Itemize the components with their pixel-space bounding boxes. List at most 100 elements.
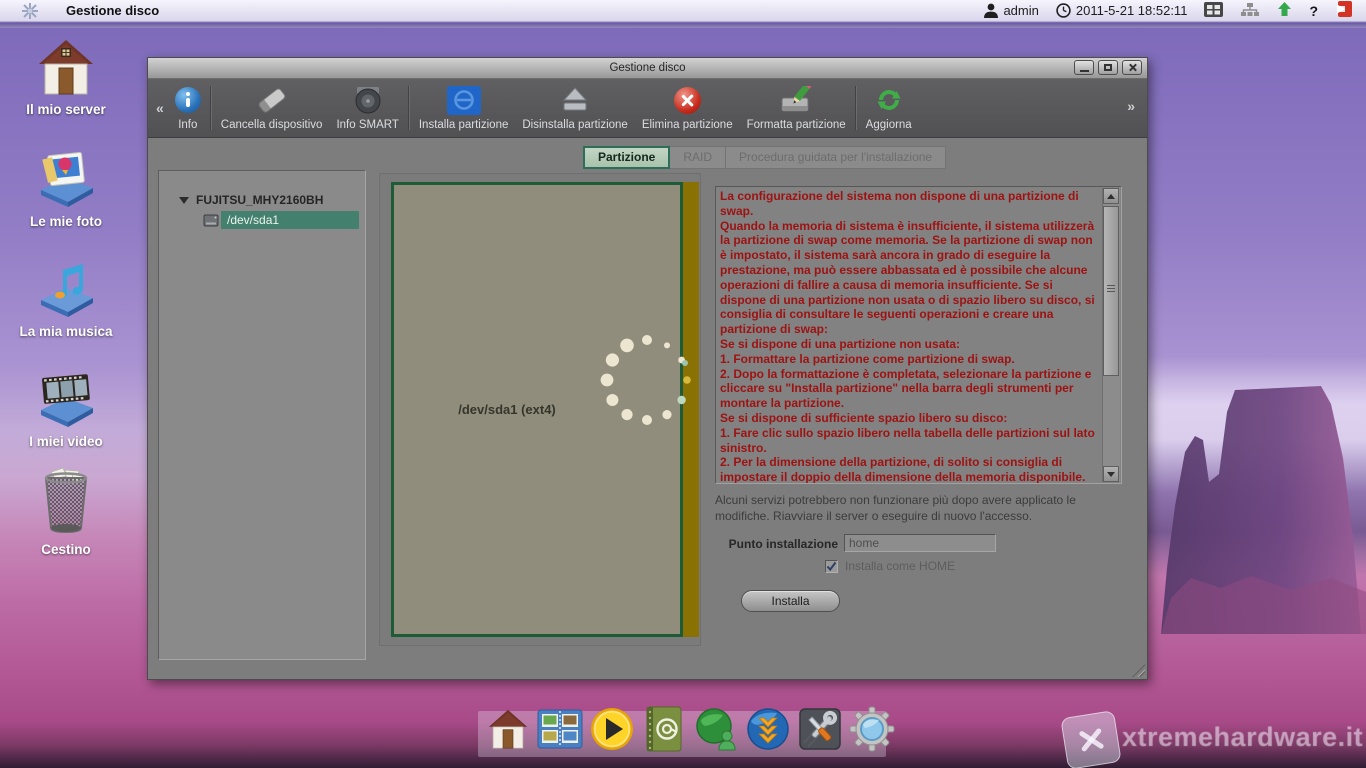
format-partition-icon	[780, 85, 812, 115]
dock-item-photo-album[interactable]	[536, 702, 583, 756]
tree-device-row[interactable]: FUJITSU_MHY2160BH	[179, 193, 365, 207]
scroll-down-button[interactable]	[1103, 466, 1119, 482]
watermark-text: xtremehardware.it	[1122, 722, 1363, 753]
tool-mount-partition[interactable]: Installa partizione	[412, 79, 516, 137]
toolbar-separator	[408, 86, 410, 130]
tab-raid[interactable]: RAID	[670, 146, 726, 169]
videos-icon	[35, 368, 97, 428]
toolbar-separator	[210, 86, 212, 130]
tool-delete-partition[interactable]: Elimina partizione	[635, 79, 740, 137]
menubar-status-area: admin 2011-5-21 18:52:11 ?	[984, 1, 1352, 20]
logout-icon	[1335, 1, 1352, 17]
eject-icon	[560, 85, 590, 115]
help-button[interactable]: ?	[1309, 3, 1318, 19]
desktop-icon-my-videos[interactable]: I miei video	[16, 368, 116, 449]
dock-item-settings[interactable]	[848, 702, 895, 756]
downloads-icon	[745, 706, 791, 752]
trash-icon	[37, 466, 95, 536]
mount-point-label: Punto installazione	[688, 537, 838, 551]
close-icon	[1128, 63, 1137, 72]
window-resize-grip[interactable]	[1132, 664, 1145, 677]
home-icon	[35, 38, 97, 96]
datetime-text: 2011-5-21 18:52:11	[1076, 3, 1188, 18]
install-as-home-row[interactable]: Installa come HOME	[825, 559, 955, 573]
toolbar-separator	[855, 86, 857, 130]
apps-grid-button[interactable]	[1204, 2, 1223, 20]
desktop-icon-my-music[interactable]: La mia musica	[16, 258, 116, 339]
desktop-icon-my-server[interactable]: Il mio server	[16, 38, 116, 117]
install-home-checkbox[interactable]	[825, 560, 838, 573]
logout-button[interactable]	[1335, 1, 1352, 20]
dock-item-utilities[interactable]	[796, 702, 843, 756]
partition-name-selected: /dev/sda1	[221, 211, 359, 229]
media-player-icon	[589, 706, 635, 752]
mount-point-input[interactable]	[844, 534, 996, 552]
check-icon	[826, 561, 837, 572]
messenger-icon	[693, 706, 739, 752]
clock: 2011-5-21 18:52:11	[1056, 3, 1188, 18]
minimize-button[interactable]	[1074, 60, 1094, 75]
desktop-icon-label: La mia musica	[19, 324, 112, 339]
menubar-shadow	[0, 23, 1366, 28]
swap-warning-box: La configurazione del sistema non dispon…	[715, 186, 1122, 484]
dock-item-media-player[interactable]	[588, 702, 635, 756]
desktop-icon-my-photos[interactable]: Le mie foto	[16, 148, 116, 229]
tool-unmount-partition[interactable]: Disinstalla partizione	[515, 79, 634, 137]
info-icon	[175, 87, 201, 113]
maximize-icon	[1104, 64, 1112, 71]
photos-icon	[35, 148, 97, 208]
system-logo-icon[interactable]	[20, 1, 40, 21]
dock-item-messenger[interactable]	[692, 702, 739, 756]
tool-refresh[interactable]: Aggiorna	[859, 79, 919, 137]
user-menu[interactable]: admin	[984, 3, 1038, 18]
menubar-app-title: Gestione disco	[66, 3, 159, 18]
scrollbar-thumb[interactable]	[1103, 206, 1119, 376]
tab-partizione[interactable]: Partizione	[583, 146, 670, 169]
collapse-arrow-icon[interactable]	[179, 197, 189, 204]
network-button[interactable]	[1240, 3, 1260, 19]
contacts-icon	[644, 706, 684, 752]
toolbar-overflow-right[interactable]: »	[1123, 98, 1139, 114]
tool-format-partition[interactable]: Formatta partizione	[740, 79, 853, 137]
arrow-down-icon	[1107, 472, 1115, 477]
window-titlebar[interactable]: Gestione disco	[148, 58, 1147, 79]
smart-disk-icon	[354, 85, 382, 115]
dock-item-home[interactable]	[484, 702, 531, 756]
desktop-icon-label: Il mio server	[26, 102, 106, 117]
toolbar-overflow-left[interactable]: «	[152, 100, 168, 116]
tool-erase-device[interactable]: Cancella dispositivo	[214, 79, 330, 137]
username: admin	[1003, 3, 1038, 18]
swap-warning-text: La configurazione del sistema non dispon…	[720, 189, 1099, 484]
desktop-icon-label: Le mie foto	[30, 214, 102, 229]
green-up-arrow-icon	[1277, 2, 1292, 17]
desktop-icon-trash[interactable]: Cestino	[16, 466, 116, 557]
device-name: FUJITSU_MHY2160BH	[196, 193, 323, 207]
home-icon	[486, 708, 530, 750]
mount-partition-icon	[447, 86, 481, 115]
dock-item-contacts[interactable]	[640, 702, 687, 756]
upgrade-button[interactable]	[1277, 2, 1292, 20]
disk-icon	[203, 214, 219, 227]
install-button[interactable]: Installa	[741, 590, 840, 612]
eraser-icon	[257, 86, 287, 113]
user-icon	[984, 3, 998, 18]
dock-item-downloads[interactable]	[744, 702, 791, 756]
tab-install-wizard[interactable]: Procedura guidata per l'installazione	[726, 146, 946, 169]
scroll-up-button[interactable]	[1103, 188, 1119, 204]
grid-icon	[1204, 2, 1223, 17]
tool-info[interactable]: Info	[168, 79, 208, 137]
close-button[interactable]	[1122, 60, 1142, 75]
photo-album-icon	[537, 709, 583, 749]
desktop-icon-label: I miei video	[29, 434, 103, 449]
partition-diagram: /dev/sda1 (ext4)	[379, 173, 701, 646]
scrollbar[interactable]	[1102, 188, 1120, 482]
tree-partition-row[interactable]: /dev/sda1	[203, 211, 365, 229]
maximize-button[interactable]	[1098, 60, 1118, 75]
delete-partition-icon	[674, 87, 701, 114]
arrow-up-icon	[1107, 194, 1115, 199]
watermark-logo	[1060, 710, 1121, 768]
network-icon	[1240, 3, 1260, 16]
tool-smart-info[interactable]: Info SMART	[329, 79, 405, 137]
device-tree-panel: FUJITSU_MHY2160BH /dev/sda1	[158, 170, 366, 660]
system-menubar: Gestione disco admin 2011-5-21 18:52:11 …	[0, 0, 1366, 22]
